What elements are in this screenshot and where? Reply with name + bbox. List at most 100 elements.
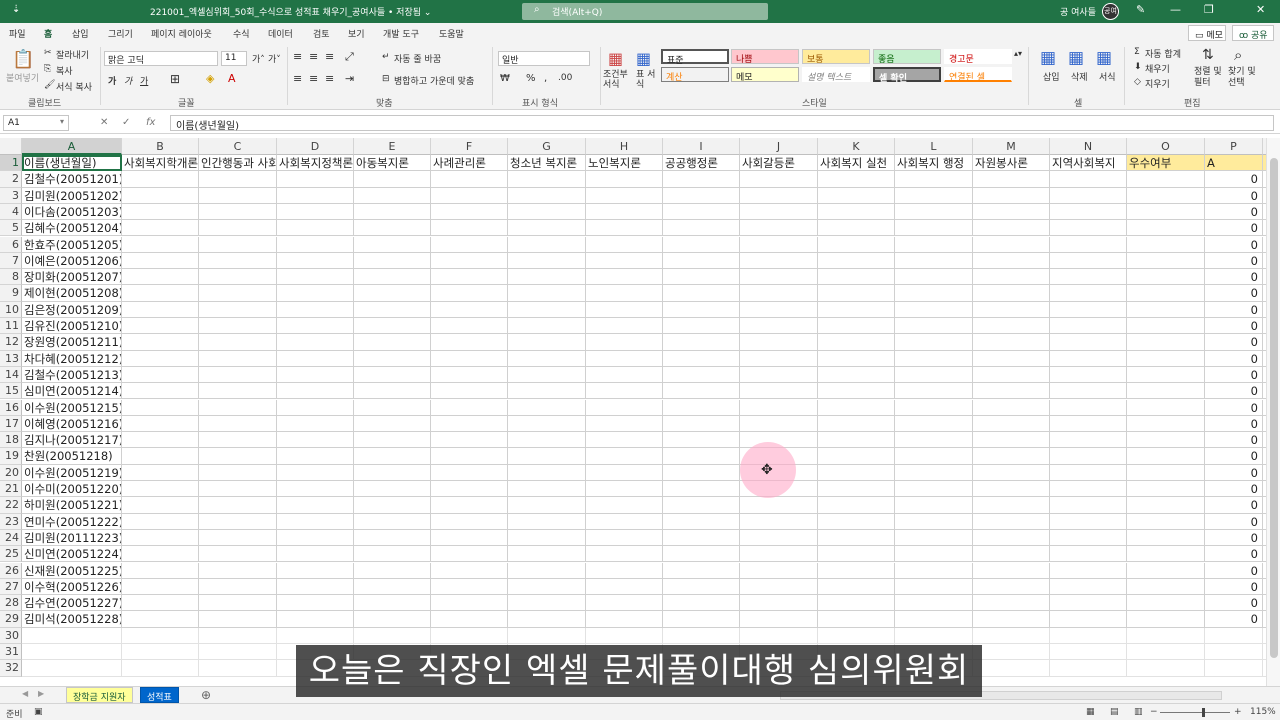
- grid-cell[interactable]: [508, 334, 586, 351]
- grid-cell[interactable]: [277, 448, 354, 465]
- row-header[interactable]: 15: [0, 383, 22, 400]
- autosum-icon[interactable]: Σ: [1134, 47, 1140, 57]
- grid-cell[interactable]: [586, 611, 663, 628]
- grid-cell[interactable]: [895, 415, 973, 433]
- value-cell[interactable]: 0: [1205, 399, 1263, 416]
- grid-cell[interactable]: [277, 546, 354, 563]
- header-cell[interactable]: A: [1205, 155, 1263, 172]
- grid-cell[interactable]: [199, 464, 277, 481]
- grid-cell[interactable]: [818, 285, 895, 302]
- name-cell[interactable]: 이수혁(20051226): [22, 578, 122, 596]
- cancel-icon[interactable]: ✕: [100, 117, 108, 128]
- grid-cell[interactable]: [1050, 220, 1127, 237]
- value-cell[interactable]: 0: [1205, 366, 1263, 384]
- grid-cell[interactable]: [818, 187, 895, 204]
- grid-cell[interactable]: [818, 318, 895, 335]
- grid-cell[interactable]: [277, 399, 354, 416]
- grid-cell[interactable]: [431, 203, 508, 221]
- grid-cell[interactable]: [354, 432, 431, 449]
- grid-cell[interactable]: [431, 285, 508, 302]
- row-header[interactable]: 17: [0, 415, 22, 433]
- sort-filter-icon[interactable]: ⇅: [1202, 47, 1214, 63]
- grid-cell[interactable]: [663, 383, 740, 400]
- grid-cell[interactable]: [740, 187, 818, 204]
- grid-cell[interactable]: [895, 366, 973, 384]
- grid-cell[interactable]: [1050, 660, 1127, 677]
- grid-cell[interactable]: [1205, 627, 1263, 644]
- grid-cell[interactable]: [122, 415, 199, 433]
- cut-icon[interactable]: ✂: [44, 48, 52, 58]
- grid-cell[interactable]: [973, 481, 1050, 498]
- grid-cell[interactable]: [508, 464, 586, 481]
- grid-cell[interactable]: [1050, 252, 1127, 270]
- grid-cell[interactable]: [973, 562, 1050, 579]
- formula-input[interactable]: 이름(생년월일): [170, 115, 1274, 132]
- grid-cell[interactable]: [740, 220, 818, 237]
- close-icon[interactable]: ✕: [1256, 3, 1265, 16]
- grid-cell[interactable]: [663, 464, 740, 481]
- clear-icon[interactable]: ◇: [1134, 77, 1141, 87]
- share-button[interactable]: ꝏ 공유: [1232, 25, 1274, 41]
- grid-cell[interactable]: [354, 627, 431, 644]
- memo-button[interactable]: ▭ 메모: [1188, 25, 1226, 41]
- grid-cell[interactable]: [586, 318, 663, 335]
- grid-cell[interactable]: [973, 171, 1050, 188]
- grid-cell[interactable]: [508, 318, 586, 335]
- row-header[interactable]: 18: [0, 432, 22, 449]
- grid-cell[interactable]: [354, 318, 431, 335]
- grid-cell[interactable]: [354, 595, 431, 612]
- sheet-tab-grades[interactable]: 성적표: [140, 687, 179, 703]
- grid-cell[interactable]: [740, 171, 818, 188]
- header-cell[interactable]: 사회복지 행정: [895, 155, 973, 172]
- grid-cell[interactable]: [663, 562, 740, 579]
- grid-cell[interactable]: [1127, 220, 1205, 237]
- vertical-scrollbar[interactable]: [1266, 138, 1280, 686]
- grid-cell[interactable]: [199, 497, 277, 514]
- row-header[interactable]: 6: [0, 236, 22, 253]
- grid-cell[interactable]: [277, 220, 354, 237]
- grid-cell[interactable]: [895, 220, 973, 237]
- grid-cell[interactable]: [199, 236, 277, 253]
- name-cell[interactable]: 김미원(20111223): [22, 529, 122, 547]
- column-header-n[interactable]: N: [1050, 138, 1127, 155]
- grid-cell[interactable]: [199, 627, 277, 644]
- grid-cell[interactable]: [895, 481, 973, 498]
- grid-cell[interactable]: [122, 513, 199, 530]
- value-cell[interactable]: 0: [1205, 203, 1263, 221]
- name-cell[interactable]: 김철수(20051201): [22, 171, 122, 188]
- grid-cell[interactable]: [1127, 415, 1205, 433]
- grid-cell[interactable]: [663, 301, 740, 318]
- grid-cell[interactable]: [663, 285, 740, 302]
- grow-font-icon[interactable]: 가˄: [252, 52, 265, 65]
- row-header[interactable]: 12: [0, 334, 22, 351]
- grid-cell[interactable]: [122, 269, 199, 286]
- name-cell[interactable]: 제이현(20051208): [22, 285, 122, 302]
- value-cell[interactable]: 0: [1205, 252, 1263, 270]
- tab-home[interactable]: 홈: [41, 27, 55, 45]
- grid-cell[interactable]: [1050, 366, 1127, 384]
- autosum-button[interactable]: 자동 합계: [1145, 47, 1181, 60]
- grid-cell[interactable]: [431, 529, 508, 547]
- grid-cell[interactable]: [199, 301, 277, 318]
- name-cell[interactable]: 연미수(20051222): [22, 513, 122, 530]
- align-bottom-icon[interactable]: ≡: [325, 50, 334, 63]
- grid-cell[interactable]: [818, 529, 895, 547]
- insert-cells-button[interactable]: 삽입: [1043, 70, 1060, 83]
- grid-cell[interactable]: [122, 187, 199, 204]
- style-note[interactable]: 메모: [731, 67, 799, 83]
- select-all-corner[interactable]: [0, 138, 22, 155]
- grid-cell[interactable]: [663, 171, 740, 188]
- grid-cell[interactable]: [431, 448, 508, 465]
- grid-cell[interactable]: [199, 448, 277, 465]
- grid-cell[interactable]: [122, 399, 199, 416]
- grid-cell[interactable]: [818, 627, 895, 644]
- grid-cell[interactable]: [818, 546, 895, 563]
- grid-cell[interactable]: [1050, 187, 1127, 204]
- column-header-i[interactable]: I: [663, 138, 740, 155]
- row-header[interactable]: 5: [0, 220, 22, 237]
- grid-cell[interactable]: [277, 269, 354, 286]
- grid-cell[interactable]: [122, 481, 199, 498]
- grid-cell[interactable]: [1050, 350, 1127, 367]
- grid-cell[interactable]: [1050, 611, 1127, 628]
- page-layout-view-icon[interactable]: ▤: [1110, 707, 1119, 717]
